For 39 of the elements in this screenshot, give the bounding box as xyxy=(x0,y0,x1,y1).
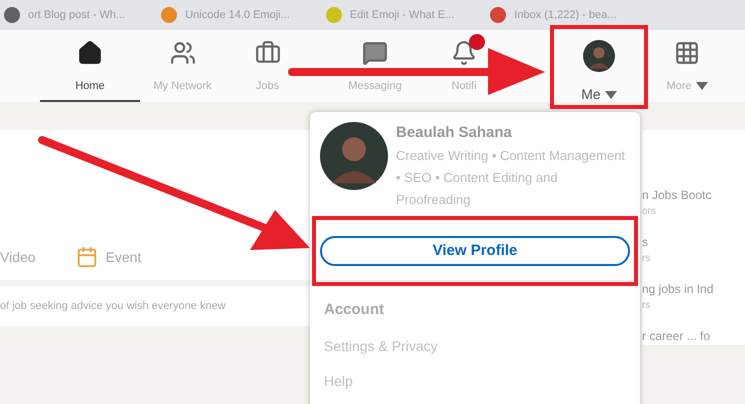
composer-action[interactable]: Event xyxy=(76,246,142,268)
section-heading: Account xyxy=(324,300,385,320)
avatar xyxy=(583,40,615,72)
caret-icon xyxy=(604,90,617,98)
bell-icon xyxy=(451,40,477,66)
news-title[interactable]: ng jobs in Ind xyxy=(642,280,745,298)
nav-tab[interactable]: Notifi xyxy=(440,30,488,102)
news-meta: rs xyxy=(642,299,652,313)
briefcase-icon xyxy=(254,40,280,66)
post-text: of job seeking advice you wish everyone knew xyxy=(0,298,226,314)
bookmark-link[interactable]: ort Blog post - Wh... xyxy=(28,6,126,24)
profile-headline: Creative Writing • Content Management • SEO • Content Editing and Proofreading xyxy=(396,146,626,209)
bookmark-link[interactable]: Edit Emoji - What E... xyxy=(350,6,454,24)
nav-tab[interactable]: My Network xyxy=(140,30,225,102)
profile-name: Beaulah Sahana xyxy=(396,123,513,143)
nav-tab[interactable]: More xyxy=(642,30,732,102)
people-icon xyxy=(170,40,196,66)
profile-photo xyxy=(320,122,388,190)
news-title[interactable]: r career ... fo xyxy=(642,327,745,345)
view-profile-button[interactable]: View Profile xyxy=(320,236,630,266)
composer-action[interactable]: Video xyxy=(0,246,36,268)
news-meta: ors xyxy=(642,205,657,219)
news-meta: rs xyxy=(642,252,652,266)
menu-item[interactable]: Settings & Privacy xyxy=(324,336,626,356)
menu-item[interactable]: Help xyxy=(324,370,626,392)
bookmark-link[interactable]: Inbox (1,222) - bea... xyxy=(514,6,616,24)
news-title[interactable]: n Jobs Bootc xyxy=(642,186,745,204)
notification-badge xyxy=(468,34,485,50)
nav-tab[interactable]: Jobs xyxy=(225,30,310,102)
grid-icon xyxy=(674,40,700,66)
caret-icon xyxy=(696,82,708,90)
calendar-icon xyxy=(76,246,98,268)
nav-tab[interactable]: Me xyxy=(556,30,642,102)
nav-tab[interactable]: Messaging xyxy=(310,30,440,102)
news-title[interactable]: s xyxy=(642,233,745,251)
chat-icon xyxy=(362,40,388,66)
home-icon xyxy=(77,40,103,66)
bookmark-link[interactable]: Unicode 14.0 Emoji... xyxy=(185,6,290,24)
nav-tab[interactable]: Home xyxy=(40,30,140,102)
